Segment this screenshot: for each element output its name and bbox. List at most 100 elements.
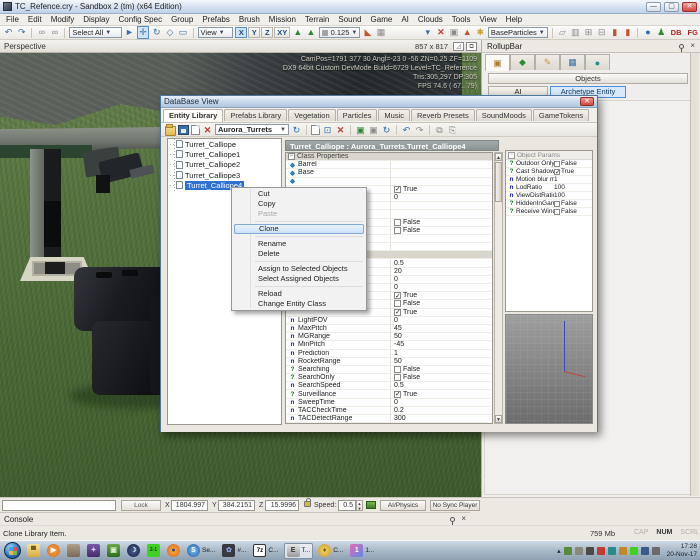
load-library-icon[interactable]	[165, 126, 176, 136]
db-tab-gametokens[interactable]: GameTokens	[533, 109, 589, 121]
layout-icon-4[interactable]: ⊟	[596, 27, 607, 38]
console-close-icon[interactable]: ×	[461, 516, 466, 522]
object-param-row[interactable]: nMotion blur mult1	[506, 176, 592, 184]
console-pin-icon[interactable]	[450, 517, 455, 522]
pipe-icon[interactable]: ▣	[448, 27, 459, 38]
context-menu-item-clone[interactable]: Clone	[234, 224, 364, 234]
speed-stepper[interactable]: ▲▼	[356, 500, 363, 511]
collapse-icon[interactable]: −	[288, 153, 295, 160]
db-tab-reverb-presets[interactable]: Reverb Presets	[411, 109, 475, 121]
collapse-icon[interactable]: −	[508, 152, 515, 159]
terrain-icon[interactable]: ▲	[292, 27, 303, 38]
menu-file[interactable]: File	[6, 15, 19, 24]
unlink-icon[interactable]: ∞	[49, 27, 60, 38]
tray-expand-icon[interactable]: ▴	[557, 547, 561, 555]
menu-tools[interactable]: Tools	[452, 15, 471, 24]
objects-tab-icon[interactable]: ▣	[485, 54, 510, 71]
layout-icon-2[interactable]: ▥	[570, 27, 581, 38]
no-sync-player-button[interactable]: No Sync Player	[430, 500, 480, 511]
taskbar-button-app-moon[interactable]: ☽	[125, 543, 142, 559]
menu-clouds[interactable]: Clouds	[418, 15, 443, 24]
scroll-thumb[interactable]	[495, 162, 502, 202]
menu-edit[interactable]: Edit	[28, 15, 42, 24]
taskbar-button-app-green[interactable]: ▣	[105, 543, 122, 559]
taskbar-button-editor-e[interactable]: ET...	[284, 543, 314, 559]
particles-combo[interactable]: BaseParticles▼	[488, 27, 548, 38]
taskbar-button-app-swirl[interactable]: SSe...	[185, 543, 217, 559]
tray-icon-3[interactable]	[586, 547, 594, 555]
property-row[interactable]: nTACCheckTime0.2	[286, 407, 492, 415]
layout-icon-1[interactable]: ▱	[557, 27, 568, 38]
checkbox-unchecked[interactable]	[554, 161, 560, 167]
database-view-button[interactable]: DB	[669, 28, 684, 37]
taskbar-button-discord[interactable]: ✿#...	[220, 543, 248, 559]
property-row[interactable]: ?SearchOnlyFalse	[286, 374, 492, 382]
property-row[interactable]: nSearchSpeed0.5	[286, 382, 492, 390]
flowgraph-button[interactable]: FG	[686, 28, 700, 37]
context-menu-item-reload[interactable]: Reload	[234, 289, 364, 299]
property-row[interactable]: ◆	[286, 178, 492, 186]
dialog-title-bar[interactable]: DataBase View ✕	[161, 96, 597, 108]
assign-item-icon[interactable]: ▣	[355, 124, 366, 136]
select-all-combo[interactable]: Select All▼	[69, 27, 121, 38]
menu-help[interactable]: Help	[506, 15, 522, 24]
menu-prefabs[interactable]: Prefabs	[202, 15, 230, 24]
db-tab-prefabs-library[interactable]: Prefabs Library	[224, 109, 287, 121]
object-param-row[interactable]: ?Outdoor OnlyFalse	[506, 160, 592, 168]
object-param-row[interactable]: ?HiddenInGameFalse	[506, 200, 592, 208]
checkbox-unchecked[interactable]	[394, 219, 401, 226]
axis-y-button[interactable]: Y	[248, 27, 260, 38]
entity-preview[interactable]	[505, 314, 593, 424]
reload-library-icon[interactable]: ↻	[291, 124, 302, 136]
taskbar-button-app-gold[interactable]: ♦C...	[316, 543, 345, 559]
add-item-icon[interactable]	[311, 125, 320, 135]
axis-x-button[interactable]: X	[235, 27, 247, 38]
pin-icon[interactable]	[679, 44, 684, 49]
undo-icon[interactable]: ↶	[401, 124, 412, 136]
delete-object-icon[interactable]: ✕	[435, 27, 446, 38]
menu-mission[interactable]: Mission	[269, 15, 296, 24]
grid-snap-combo[interactable]: ▦0.125▼	[319, 27, 361, 38]
tree-item[interactable]: Turret_Calliope3	[168, 170, 281, 180]
objects-rollup-header[interactable]: Objects	[488, 73, 688, 84]
speed-value[interactable]: 0.5	[338, 500, 356, 511]
taskbar-button-firefox[interactable]: ●	[165, 543, 182, 559]
ai-physics-button[interactable]: AI/Physics	[380, 500, 426, 511]
redo-button[interactable]: ↷	[16, 27, 27, 38]
layout-icon-3[interactable]: ⊞	[583, 27, 594, 38]
menu-sound[interactable]: Sound	[338, 15, 361, 24]
taskbar-button-media-player[interactable]: ▶	[45, 543, 62, 559]
menu-game[interactable]: Game	[371, 15, 393, 24]
follow-combo-arrow[interactable]: ▾	[422, 27, 433, 38]
tree-item[interactable]: Turret_Calliope2	[168, 160, 281, 170]
clone-item-icon[interactable]: ⊡	[322, 124, 333, 136]
db-tab-entity-library[interactable]: Entity Library	[163, 109, 223, 122]
taskbar-button-7zip[interactable]: 7zC...	[251, 543, 280, 559]
checkbox-unchecked[interactable]	[394, 366, 401, 373]
maximize-button[interactable]: ▢	[664, 2, 679, 12]
paste-icon[interactable]: ⎘	[447, 124, 458, 136]
scale-tool-icon[interactable]: ◇	[164, 27, 175, 38]
close-panel-icon[interactable]: ×	[690, 43, 695, 49]
context-menu-item-copy[interactable]: Copy	[234, 199, 364, 209]
get-properties-icon[interactable]: ▣	[368, 124, 379, 136]
lock-selection-button[interactable]: Lock Selection	[121, 500, 161, 511]
menu-display[interactable]: Display	[83, 15, 109, 24]
flame-icon[interactable]: ▲	[462, 27, 473, 38]
checkbox-checked[interactable]	[394, 391, 401, 398]
minimize-button[interactable]: —	[646, 2, 661, 12]
scroll-down-icon[interactable]: ▼	[495, 415, 502, 423]
gear-icon[interactable]: ✱	[475, 27, 486, 38]
db-tab-particles[interactable]: Particles	[337, 109, 378, 121]
menu-group[interactable]: Group	[171, 15, 193, 24]
taskbar-button-app-2d1[interactable]: 2-1	[145, 543, 162, 559]
tray-icon-5[interactable]	[608, 547, 616, 555]
menu-view[interactable]: View	[479, 15, 496, 24]
dialog-close-button[interactable]: ✕	[580, 97, 594, 106]
undo-button[interactable]: ↶	[3, 27, 14, 38]
view-combo[interactable]: View▼	[198, 27, 234, 38]
modelling-tab-icon[interactable]: ✎	[535, 54, 560, 70]
start-button[interactable]	[4, 542, 21, 559]
property-row[interactable]: ?SearchingFalse	[286, 366, 492, 374]
checkbox-unchecked[interactable]	[554, 201, 560, 207]
